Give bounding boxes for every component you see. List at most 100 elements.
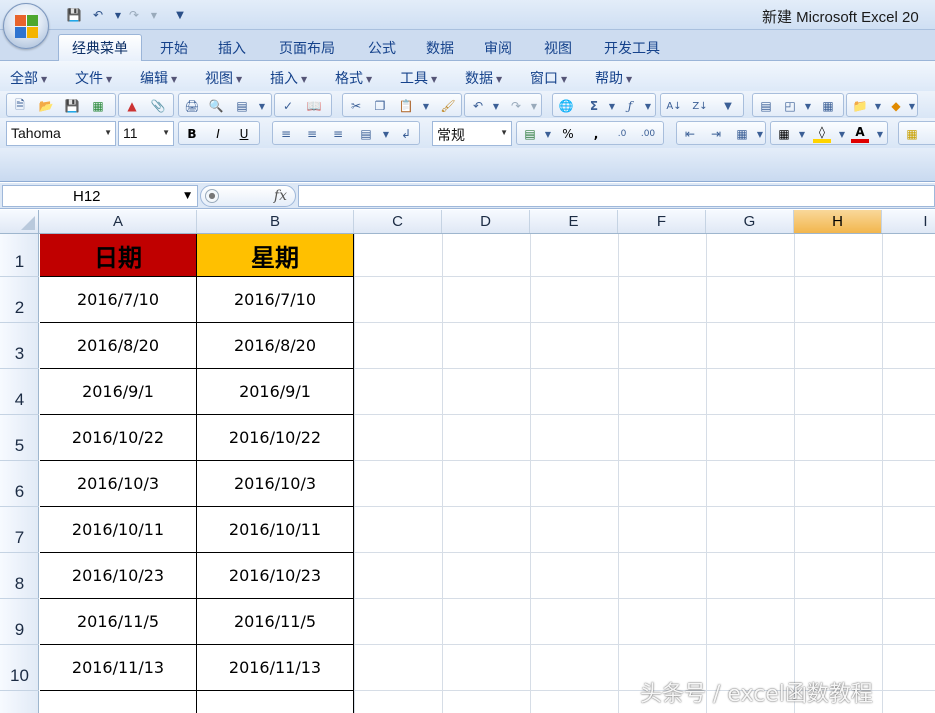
row-header-5[interactable]: 5 xyxy=(0,415,39,461)
cell-b5[interactable]: 2016/10/22 xyxy=(197,415,354,461)
tab-formulas[interactable]: 公式 xyxy=(358,34,406,61)
cell-a9[interactable]: 2016/11/5 xyxy=(40,599,197,645)
cell-a6[interactable]: 2016/10/3 xyxy=(40,461,197,507)
font-name-select[interactable]: Tahoma ▼ xyxy=(6,121,116,146)
new-file-icon[interactable]: 🗎 xyxy=(11,97,29,115)
cell-b7[interactable]: 2016/10/11 xyxy=(197,507,354,553)
print-preview-icon[interactable]: 🔍 xyxy=(207,97,225,115)
column-header-g[interactable]: G xyxy=(706,210,794,233)
fill-color-dropdown-icon[interactable]: ▼ xyxy=(833,125,851,143)
redo-icon[interactable]: ↷ xyxy=(124,5,144,25)
style-gallery-icon[interactable]: ▦ xyxy=(903,125,921,143)
row-header-8[interactable]: 8 xyxy=(0,553,39,599)
tab-data[interactable]: 数据 xyxy=(416,34,464,61)
select-all-button[interactable] xyxy=(0,210,39,233)
table-grid-icon[interactable]: ▦ xyxy=(819,97,837,115)
paste-dropdown-icon[interactable]: ▼ xyxy=(417,97,435,115)
spelling-icon[interactable]: ✓ xyxy=(279,97,297,115)
menu-data[interactable]: 数据 ▼ xyxy=(465,68,502,88)
font-color-dropdown-icon[interactable]: ▼ xyxy=(871,125,889,143)
menu-insert[interactable]: 插入 ▼ xyxy=(270,68,307,88)
increase-indent-icon[interactable]: ⇥ xyxy=(707,125,725,143)
sort-ascending-icon[interactable]: A↓ xyxy=(665,97,683,115)
column-header-d[interactable]: D xyxy=(442,210,530,233)
customize-qat-icon[interactable]: ▼ xyxy=(170,5,190,25)
row-header-1[interactable]: 1 xyxy=(0,234,39,277)
print-dropdown-icon[interactable]: ▼ xyxy=(253,97,271,115)
attach-icon[interactable]: 📎 xyxy=(149,97,167,115)
borders-icon[interactable]: ▦ xyxy=(775,125,793,143)
insert-function-icon[interactable]: ƒ xyxy=(621,97,639,115)
menu-tools[interactable]: 工具 ▼ xyxy=(400,68,437,88)
diamond-dropdown-icon[interactable]: ▼ xyxy=(903,97,921,115)
research-icon[interactable]: 📖 xyxy=(305,97,323,115)
cell-b10[interactable]: 2016/11/13 xyxy=(197,645,354,691)
cut-icon[interactable]: ✂ xyxy=(347,97,365,115)
align-left-icon[interactable]: ≡ xyxy=(277,125,295,143)
wrap-text-icon[interactable]: ↲ xyxy=(397,125,415,143)
drawing-dropdown-icon[interactable]: ▼ xyxy=(799,97,817,115)
folder-dropdown-icon[interactable]: ▼ xyxy=(869,97,887,115)
cell-a4[interactable]: 2016/9/1 xyxy=(40,369,197,415)
bold-icon[interactable]: B xyxy=(183,125,201,143)
chevron-down-icon[interactable]: ▼ xyxy=(184,191,191,201)
merge-dropdown-icon[interactable]: ▼ xyxy=(377,125,395,143)
comma-icon[interactable]: , xyxy=(587,125,605,143)
folder-icon[interactable]: 📁 xyxy=(851,97,869,115)
redo-dropdown-icon[interactable]: ▼ xyxy=(144,5,164,25)
cell-a5[interactable]: 2016/10/22 xyxy=(40,415,197,461)
fill-color-icon[interactable]: ◊ xyxy=(813,125,831,143)
cell-a7[interactable]: 2016/10/11 xyxy=(40,507,197,553)
column-header-e[interactable]: E xyxy=(530,210,618,233)
column-header-c[interactable]: C xyxy=(354,210,442,233)
drawing-icon[interactable]: ◰ xyxy=(781,97,799,115)
merge-center-icon[interactable]: ▤ xyxy=(357,125,375,143)
currency-dropdown-icon[interactable]: ▼ xyxy=(539,125,557,143)
permission-icon[interactable]: ▲ xyxy=(123,97,141,115)
redo-icon[interactable]: ↷ xyxy=(507,97,525,115)
increase-decimal-icon[interactable]: .0 xyxy=(613,125,631,143)
row-header-9[interactable]: 9 xyxy=(0,599,39,645)
tab-home[interactable]: 开始 xyxy=(150,34,198,61)
chart-icon[interactable]: ▤ xyxy=(757,97,775,115)
italic-icon[interactable]: I xyxy=(209,125,227,143)
row-header-3[interactable]: 3 xyxy=(0,323,39,369)
formula-input[interactable] xyxy=(298,185,935,207)
row-header-7[interactable]: 7 xyxy=(0,507,39,553)
cell-b3[interactable]: 2016/8/20 xyxy=(197,323,354,369)
name-box[interactable]: H12 ▼ xyxy=(2,185,198,207)
column-header-f[interactable]: F xyxy=(618,210,706,233)
office-button[interactable] xyxy=(3,3,49,49)
tab-classic-menu[interactable]: 经典菜单 xyxy=(58,34,142,61)
print-area-icon[interactable]: ▤ xyxy=(233,97,251,115)
redo-dropdown-icon[interactable]: ▼ xyxy=(525,97,543,115)
autosum-icon[interactable]: Σ xyxy=(585,97,603,115)
menu-view[interactable]: 视图 ▼ xyxy=(205,68,242,88)
open-folder-icon[interactable]: 📂 xyxy=(37,97,55,115)
cell-b2[interactable]: 2016/7/10 xyxy=(197,277,354,323)
cell-styles-dropdown-icon[interactable]: ▼ xyxy=(751,125,769,143)
borders-dropdown-icon[interactable]: ▼ xyxy=(793,125,811,143)
currency-icon[interactable]: ▤ xyxy=(521,125,539,143)
save-icon[interactable]: 💾 xyxy=(64,5,84,25)
row-header-10[interactable]: 10 xyxy=(0,645,39,691)
cell-styles-icon[interactable]: ▦ xyxy=(733,125,751,143)
undo-dropdown-icon[interactable]: ▼ xyxy=(487,97,505,115)
tab-insert[interactable]: 插入 xyxy=(208,34,256,61)
menu-file[interactable]: 文件 ▼ xyxy=(75,68,112,88)
hyperlink-icon[interactable]: 🌐 xyxy=(557,97,575,115)
copy-icon[interactable]: ❐ xyxy=(371,97,389,115)
cell-a11[interactable] xyxy=(40,691,197,713)
menu-help[interactable]: 帮助 ▼ xyxy=(595,68,632,88)
paste-icon[interactable]: 📋 xyxy=(397,97,415,115)
column-header-i[interactable]: I xyxy=(882,210,935,233)
cell-a3[interactable]: 2016/8/20 xyxy=(40,323,197,369)
cell-b4[interactable]: 2016/9/1 xyxy=(197,369,354,415)
row-header-6[interactable]: 6 xyxy=(0,461,39,507)
decrease-indent-icon[interactable]: ⇤ xyxy=(681,125,699,143)
column-header-b[interactable]: B xyxy=(197,210,354,233)
filter-icon[interactable]: ▼ xyxy=(719,97,737,115)
menu-edit[interactable]: 编辑 ▼ xyxy=(140,68,177,88)
format-painter-icon[interactable]: 🖌 xyxy=(439,97,457,115)
print-icon[interactable]: 🖨 xyxy=(183,97,201,115)
